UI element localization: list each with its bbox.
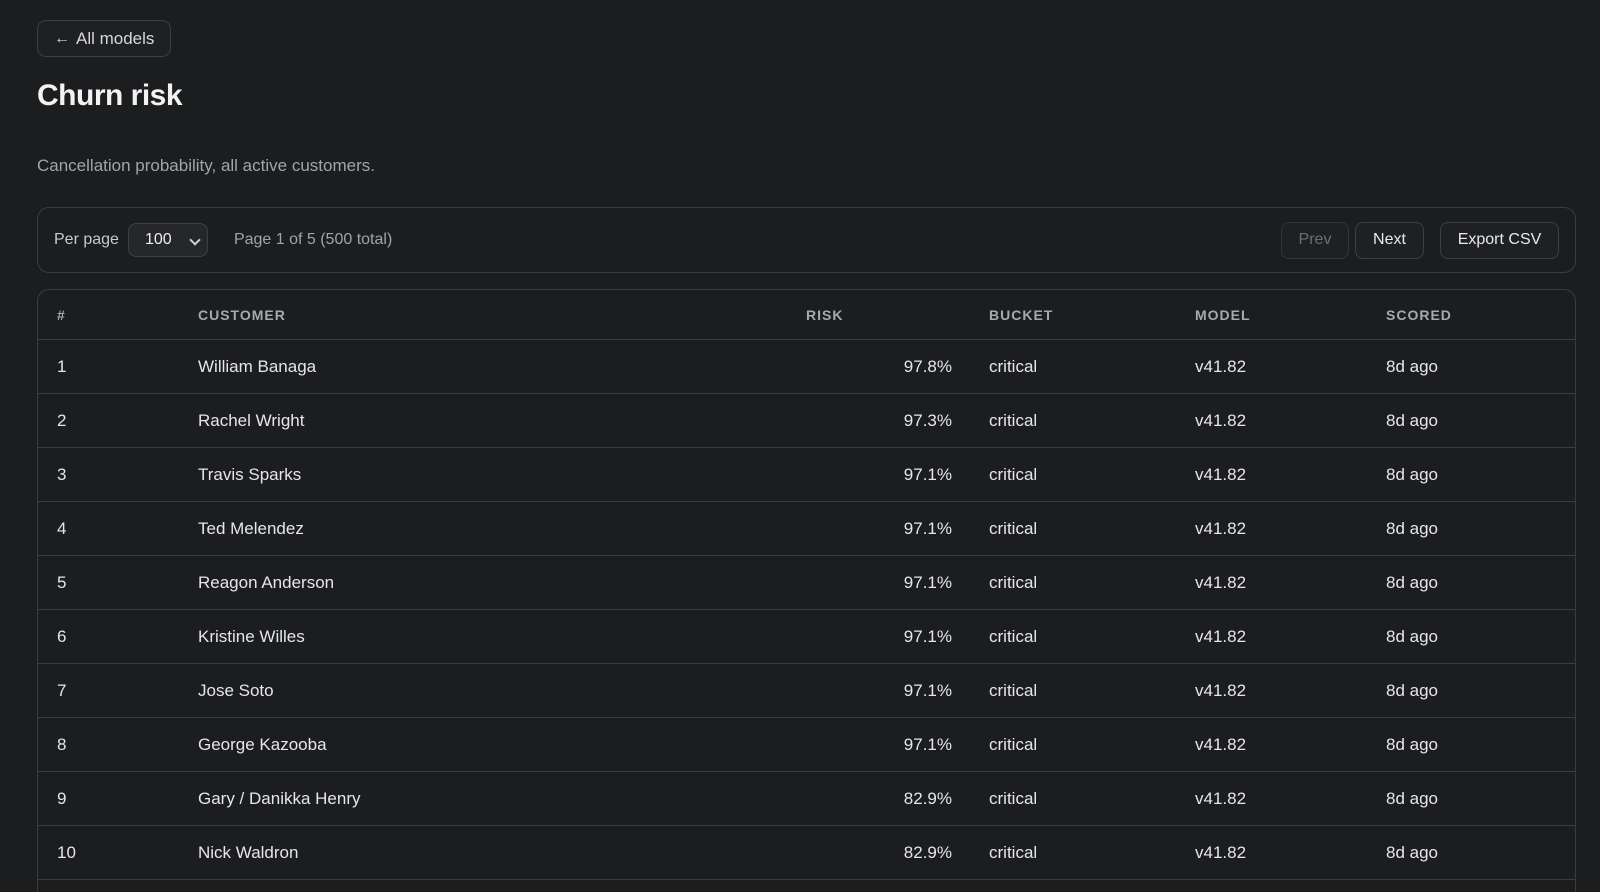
scored-time: 8d ago [1386, 842, 1438, 862]
column-header-customer[interactable]: CUSTOMER [198, 307, 286, 323]
row-number: 8 [57, 734, 67, 754]
bucket-value: critical [989, 572, 1038, 592]
model-version: v41.82 [1195, 518, 1247, 538]
scored-time: 8d ago [1386, 464, 1438, 484]
row-number: 3 [57, 464, 67, 484]
risk-value: 82.9% [903, 788, 952, 808]
row-number: 4 [57, 518, 67, 538]
page-subtitle: Cancellation probability, all active cus… [37, 156, 375, 175]
risk-value: 97.1% [903, 734, 952, 754]
model-version: v41.82 [1195, 842, 1247, 862]
customer-name: William Banaga [198, 356, 317, 376]
bucket-value: critical [989, 788, 1038, 808]
customer-name: Ted Melendez [198, 518, 304, 538]
next-page-button[interactable]: Next [1355, 221, 1424, 259]
table-row[interactable]: 6 Kristine Willes 97.1% critical v41.82 8d ag… [38, 610, 1575, 664]
row-number: 7 [57, 680, 67, 700]
model-version: v41.82 [1195, 788, 1247, 808]
table-row[interactable]: 1 William Banaga 97.8% critical v41.82 8d ago [38, 340, 1575, 394]
risk-value: 97.1% [903, 626, 952, 646]
model-version: v41.82 [1195, 356, 1247, 376]
customer-name: George Kazooba [198, 734, 327, 754]
column-header-risk[interactable]: RISK [806, 307, 843, 323]
bucket-value: critical [989, 626, 1038, 646]
page-title: Churn risk [37, 79, 183, 112]
risk-value: 97.8% [903, 356, 952, 376]
scored-time: 8d ago [1386, 572, 1438, 592]
bucket-value: critical [989, 410, 1038, 430]
per-page-select[interactable]: 100 [127, 223, 208, 257]
customer-name: Gary / Danikka Henry [198, 788, 361, 808]
model-version: v41.82 [1195, 410, 1247, 430]
bucket-value: critical [989, 356, 1038, 376]
row-number: 6 [57, 626, 67, 646]
bucket-value: critical [989, 464, 1038, 484]
customer-name: Travis Sparks [198, 464, 302, 484]
table-header: # CUSTOMER RISK BUCKET MODEL SCORED [38, 290, 1575, 340]
scored-time: 8d ago [1386, 734, 1438, 754]
table-row[interactable]: 7 Jose Soto 97.1% critical v41.82 8d ago [38, 664, 1575, 718]
column-header-model[interactable]: MODEL [1195, 307, 1251, 323]
pagination-info: Page 1 of 5 (500 total) [233, 231, 393, 248]
per-page-value: 100 [144, 231, 172, 248]
bucket-value: critical [989, 680, 1038, 700]
table-row[interactable]: 10 Nick Waldron 82.9% critical v41.82 8d ago [38, 826, 1575, 880]
bucket-value: critical [989, 734, 1038, 754]
scored-time: 8d ago [1386, 356, 1438, 376]
arrow-left-icon: ← [54, 29, 70, 47]
risk-value: 97.1% [903, 680, 952, 700]
model-version: v41.82 [1195, 680, 1247, 700]
risk-value: 97.1% [903, 518, 952, 538]
scored-time: 8d ago [1386, 626, 1438, 646]
row-number: 2 [57, 410, 67, 430]
row-number: 9 [57, 788, 67, 808]
scored-time: 8d ago [1386, 410, 1438, 430]
table-row[interactable]: 8 George Kazooba 97.1% critical v41.82 8d ago [38, 718, 1575, 772]
model-version: v41.82 [1195, 734, 1247, 754]
back-to-all-models-button[interactable]: ← All models [37, 20, 172, 57]
back-button-label: All models [76, 28, 155, 48]
customer-name: Reagon Anderson [198, 572, 335, 592]
model-version: v41.82 [1195, 626, 1247, 646]
risk-value: 97.3% [903, 410, 952, 430]
prev-page-button[interactable]: Prev [1281, 221, 1349, 259]
table-toolbar: Per page 100 Page 1 of 5 (500 total) Pre… [37, 207, 1576, 273]
row-number: 5 [57, 572, 67, 592]
scored-time: 8d ago [1386, 788, 1438, 808]
customer-name: Jose Soto [198, 680, 274, 700]
customer-name: Kristine Willes [198, 626, 305, 646]
risk-value: 97.1% [903, 464, 952, 484]
churn-risk-table: # CUSTOMER RISK BUCKET MODEL SCORED 1 Wil… [37, 289, 1576, 892]
table-row[interactable]: 3 Travis Sparks 97.1% critical v41.82 8d ago [38, 448, 1575, 502]
row-number: 10 [57, 842, 76, 862]
bucket-value: critical [989, 842, 1038, 862]
chevron-down-icon [190, 236, 199, 245]
column-header-scored[interactable]: SCORED [1386, 307, 1452, 323]
column-header-number[interactable]: # [57, 307, 66, 323]
bucket-value: critical [989, 518, 1038, 538]
export-csv-button[interactable]: Export CSV [1440, 221, 1559, 259]
row-number: 1 [57, 356, 67, 376]
model-version: v41.82 [1195, 464, 1247, 484]
table-row[interactable]: 9 Gary / Danikka Henry 82.9% critical v41.82… [38, 772, 1575, 826]
risk-value: 82.9% [903, 842, 952, 862]
table-row[interactable]: 2 Rachel Wright 97.3% critical v41.82 8d ago [38, 394, 1575, 448]
column-header-bucket[interactable]: BUCKET [989, 307, 1053, 323]
customer-name: Rachel Wright [198, 410, 305, 430]
table-body: 1 William Banaga 97.8% critical v41.82 8d ago… [38, 340, 1575, 880]
customer-name: Nick Waldron [198, 842, 299, 862]
risk-value: 97.1% [903, 572, 952, 592]
scored-time: 8d ago [1386, 680, 1438, 700]
table-row[interactable]: 4 Ted Melendez 97.1% critical v41.82 8d ago [38, 502, 1575, 556]
per-page-label: Per page [54, 231, 119, 248]
scored-time: 8d ago [1386, 518, 1438, 538]
model-version: v41.82 [1195, 572, 1247, 592]
table-row[interactable]: 5 Reagon Anderson 97.1% critical v41.82 8d ag… [38, 556, 1575, 610]
